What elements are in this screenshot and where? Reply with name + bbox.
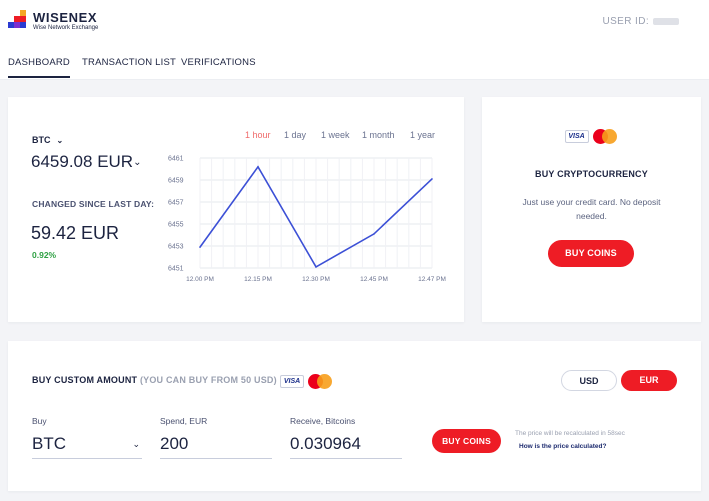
price-overview-card: BTC ⌄ 6459.08 EUR⌄ CHANGED SINCE LAST DAY… — [8, 97, 464, 322]
x-tick-label: 12.00 PM — [186, 276, 214, 283]
spend-input[interactable]: 200 — [160, 431, 272, 459]
user-id-label: USER ID: — [602, 16, 649, 27]
buy-crypto-title: BUY CRYPTOCURRENCY — [535, 169, 648, 179]
y-tick-label: 6459 — [168, 178, 184, 185]
buy-custom-coins-button[interactable]: BUY COINS — [432, 429, 501, 453]
y-tick-label: 6455 — [168, 222, 184, 229]
custom-amount-title: BUY CUSTOM AMOUNT (YOU CAN BUY FROM 50 U… — [32, 375, 277, 385]
custom-amount-card: BUY CUSTOM AMOUNT (YOU CAN BUY FROM 50 U… — [8, 341, 701, 491]
receive-input[interactable]: 0.030964 — [290, 431, 402, 459]
buy-crypto-card: VISA BUY CRYPTOCURRENCY Just use your cr… — [482, 97, 701, 322]
y-tick-label: 6453 — [168, 244, 184, 251]
x-tick-label: 12.30 PM — [302, 276, 330, 283]
payment-methods: VISA — [280, 373, 334, 391]
receive-label: Receive, Bitcoins — [290, 416, 356, 426]
price-currency: EUR — [97, 152, 134, 171]
buy-coin-value: BTC — [32, 434, 66, 453]
range-1-month[interactable]: 1 month — [362, 130, 395, 140]
buy-crypto-description: Just use your credit card. No deposit ne… — [522, 197, 661, 221]
change-percent: 0.92% — [32, 250, 57, 260]
brand-name: WISENEX — [33, 10, 98, 25]
data-point — [199, 246, 201, 248]
data-point — [315, 266, 317, 268]
data-point — [431, 178, 433, 180]
payment-methods: VISA — [482, 128, 701, 146]
price-line-chart[interactable]: 6461 6459 6457 6455 6453 645112.00 PM 12.15 PM… — [168, 150, 448, 290]
brand-tagline: Wise Network Exchange — [33, 25, 99, 31]
tab-verifications[interactable]: VERIFICATIONS — [181, 57, 256, 68]
custom-amount-minimum: (YOU CAN BUY FROM 50 USD) — [139, 375, 277, 385]
price-calculation-link[interactable]: How is the price calculated? — [519, 443, 606, 450]
main-nav: DASHBOARD TRANSACTION LIST VERIFICATIONS — [0, 46, 709, 80]
price-recalc-note: The price will be recalculated in 58sec — [515, 430, 625, 437]
range-1-year[interactable]: 1 year — [410, 130, 435, 140]
user-id[interactable]: USER ID: — [602, 16, 679, 27]
data-point — [257, 166, 259, 168]
coin-select-value: BTC — [32, 135, 51, 145]
top-bar: WISENEX Wise Network Exchange USER ID: — [0, 0, 709, 46]
x-tick-label: 12.47 PM — [418, 276, 446, 283]
coin-select[interactable]: BTC ⌄ — [32, 135, 63, 145]
mastercard-icon — [592, 129, 619, 145]
buy-coins-button[interactable]: BUY COINS — [548, 240, 634, 267]
visa-icon: VISA — [280, 375, 304, 389]
logo-icon[interactable] — [8, 10, 30, 32]
range-1-hour[interactable]: 1 hour — [245, 130, 271, 140]
chevron-down-icon: ⌄ — [132, 439, 140, 449]
mastercard-icon — [308, 374, 334, 390]
x-tick-label: 12.15 PM — [244, 276, 272, 283]
y-tick-label: 6461 — [168, 156, 184, 163]
x-tick-label: 12.45 PM — [360, 276, 388, 283]
change-value: 59.42 EUR — [31, 223, 120, 243]
tab-dashboard[interactable]: DASHBOARD — [8, 57, 70, 78]
user-id-redacted — [653, 17, 679, 25]
current-price[interactable]: 6459.08 EUR⌄ — [31, 152, 141, 172]
spend-label: Spend, EUR — [160, 416, 208, 426]
y-tick-label: 6451 — [168, 266, 184, 273]
changed-since-label: CHANGED SINCE LAST DAY: — [32, 199, 155, 209]
current-price-value: 6459.08 — [31, 152, 93, 171]
currency-eur-toggle[interactable]: EUR — [621, 370, 677, 391]
range-1-week[interactable]: 1 week — [321, 130, 350, 140]
range-1-day[interactable]: 1 day — [284, 130, 306, 140]
chevron-down-icon: ⌄ — [56, 136, 64, 145]
currency-usd-toggle[interactable]: USD — [561, 370, 617, 391]
data-point — [373, 233, 375, 235]
y-tick-label: 6457 — [168, 200, 184, 207]
custom-amount-heading: BUY CUSTOM AMOUNT — [32, 375, 138, 385]
tab-transaction-list[interactable]: TRANSACTION LIST — [82, 57, 176, 68]
buy-coin-label: Buy — [32, 416, 47, 426]
visa-icon: VISA — [564, 130, 589, 144]
chevron-down-icon: ⌄ — [133, 157, 142, 169]
buy-coin-select[interactable]: BTC ⌄ — [32, 431, 142, 459]
